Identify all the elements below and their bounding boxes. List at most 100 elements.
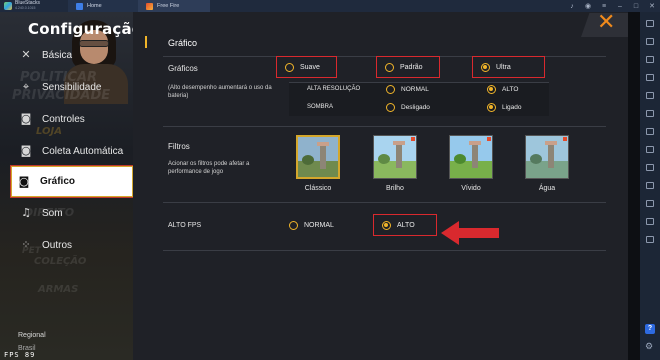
sidebar-item-label: Som: [42, 207, 63, 219]
maximize-icon[interactable]: □: [628, 0, 644, 12]
option-label: Suave: [300, 63, 320, 71]
radio-icon: [385, 62, 394, 72]
apk-icon[interactable]: [646, 164, 654, 171]
filter-thumbnail: [296, 135, 340, 179]
quality-ultra-option[interactable]: Ultra: [472, 56, 545, 78]
alta-resolucao-alto-option[interactable]: ALTO: [487, 85, 518, 94]
filter-brilho[interactable]: Brilho: [373, 135, 417, 192]
filter-vivido[interactable]: Vívido: [449, 135, 493, 192]
menu-icon[interactable]: ≡: [596, 0, 612, 12]
radio-selected-icon: [487, 85, 496, 94]
option-label: Ultra: [496, 63, 511, 71]
bluestacks-logo-icon: [4, 2, 12, 10]
game-area: POLITICAR PRIVACIDADE LOJA DIREITO PET C…: [0, 12, 640, 360]
screenshot-icon[interactable]: [646, 74, 654, 81]
filter-thumbnail: [525, 135, 569, 179]
bell-icon[interactable]: ♪: [564, 0, 580, 12]
close-button[interactable]: ✕: [581, 13, 628, 37]
fullscreen-icon[interactable]: [646, 20, 654, 27]
quality-padrao-option[interactable]: Padrão: [376, 56, 440, 78]
tab-home-label: Home: [87, 3, 102, 9]
sidebar-item-label: Gráfico: [40, 176, 76, 187]
more-icon[interactable]: [646, 236, 654, 243]
option-label: NORMAL: [401, 86, 429, 93]
option-label: Padrão: [400, 63, 423, 71]
video-icon[interactable]: [646, 56, 654, 63]
record-icon[interactable]: [646, 92, 654, 99]
volume-icon[interactable]: [646, 200, 654, 207]
gamepad-icon: ◙: [20, 112, 32, 125]
radio-icon: [386, 85, 395, 94]
filter-label: Brilho: [386, 185, 404, 192]
gear-icon[interactable]: ⚙: [645, 341, 653, 352]
copy-icon[interactable]: [646, 182, 654, 189]
sidebar-item-basica[interactable]: ✕ Básica: [14, 42, 133, 68]
section-marker: [145, 36, 147, 48]
gamepad-icon: ◙: [18, 174, 30, 188]
tools-icon: ✕: [21, 48, 31, 61]
sidebar-item-label: Outros: [42, 239, 73, 251]
sidebar-item-label: Básica: [42, 49, 73, 61]
account-icon[interactable]: ◉: [580, 0, 596, 12]
multi-instance-icon[interactable]: [646, 218, 654, 225]
sidebar-item-som[interactable]: ♫ Som: [14, 200, 133, 226]
help-icon[interactable]: ?: [645, 324, 655, 334]
radio-icon: [386, 103, 395, 112]
emulator-side-toolbar: ? ⚙ ←: [640, 12, 660, 360]
sidebar-item-label: Coleta Automática: [42, 145, 124, 157]
radio-icon: [285, 62, 294, 72]
sombra-ligado-option[interactable]: Ligado: [487, 103, 522, 112]
quality-suave-option[interactable]: Suave: [276, 56, 337, 78]
music-icon: ♫: [21, 206, 31, 219]
region-label: Regional: [18, 332, 46, 339]
free-fire-icon: [146, 2, 153, 10]
section-title: Gráfico: [168, 38, 198, 48]
filter-thumbnail: [449, 135, 493, 179]
dots-icon: ⁘: [21, 238, 31, 251]
sidebar-item-label: Sensibilidade: [42, 81, 102, 93]
alto-fps-alto-option[interactable]: ALTO: [373, 214, 437, 236]
sidebar-item-outros[interactable]: ⁘ Outros: [14, 232, 133, 258]
sidebar-item-coleta-automatica[interactable]: ◙ Coleta Automática: [14, 138, 133, 164]
back-icon[interactable]: ←: [645, 356, 653, 360]
minimize-icon[interactable]: –: [612, 0, 628, 12]
alta-resolucao-label: ALTA RESOLUÇÃO: [307, 86, 361, 92]
sombra-label: SOMBRA: [307, 104, 334, 110]
sidebar-item-sensibilidade[interactable]: ⌖ Sensibilidade: [14, 74, 133, 100]
graficos-note: (Alto desempenho aumentará o uso da bate…: [168, 85, 272, 99]
home-icon: [76, 2, 83, 10]
filter-classico[interactable]: Clássico: [296, 135, 340, 192]
sidebar-item-grafico[interactable]: ◙ Gráfico: [10, 165, 134, 198]
window-titlebar: BlueStacks 4.240.0.1015 Home Free Fire ♪…: [0, 0, 660, 12]
option-label: ALTO: [397, 221, 415, 229]
close-window-icon[interactable]: ✕: [644, 0, 660, 12]
filtros-label: Filtros: [168, 142, 190, 151]
radio-selected-icon: [481, 62, 490, 72]
option-label: NORMAL: [304, 222, 334, 229]
divider: [163, 202, 606, 203]
folder-icon[interactable]: [646, 146, 654, 153]
keyboard-icon[interactable]: [646, 38, 654, 45]
tab-free-fire[interactable]: Free Fire: [138, 0, 210, 12]
option-label: Ligado: [502, 104, 522, 111]
close-icon: ✕: [597, 10, 616, 35]
radio-selected-icon: [382, 220, 391, 230]
filter-agua[interactable]: Água: [525, 135, 569, 192]
red-arrow-icon: [441, 221, 499, 245]
filtros-note: Acionar os filtros pode afetar a perform…: [168, 161, 250, 175]
option-label: Desligado: [401, 104, 430, 111]
radio-icon: [289, 221, 298, 230]
tab-home[interactable]: Home: [68, 0, 138, 12]
location-icon[interactable]: [646, 110, 654, 117]
sombra-desligado-option[interactable]: Desligado: [386, 103, 430, 112]
gamepad-icon: ◙: [20, 144, 32, 157]
settings-title: Configuração: [28, 20, 143, 38]
sidebar-item-controles[interactable]: ◙ Controles: [14, 106, 133, 132]
alta-resolucao-normal-option[interactable]: NORMAL: [386, 85, 429, 94]
bluestacks-logo: BlueStacks 4.240.0.1015: [0, 0, 68, 12]
radio-selected-icon: [487, 103, 496, 112]
graphics-settings-panel: Gráfico ✕ Gráficos (Alto desempenho aume…: [133, 12, 628, 360]
shake-icon[interactable]: [646, 128, 654, 135]
brand-version: 4.240.0.1015: [15, 6, 36, 10]
alto-fps-normal-option[interactable]: NORMAL: [289, 221, 334, 230]
